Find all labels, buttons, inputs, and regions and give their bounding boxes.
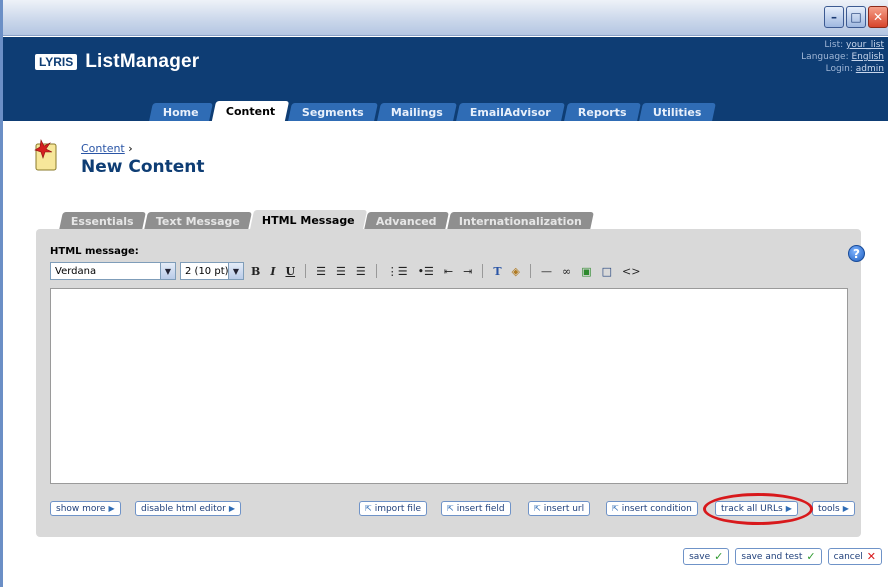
tab-content[interactable]: Content: [211, 101, 290, 121]
breadcrumb: Content ›: [81, 142, 133, 155]
form-actions: save ✓ save and test ✓ cancel ✕: [683, 548, 882, 565]
login-link[interactable]: admin: [856, 64, 884, 74]
save-and-test-button[interactable]: save and test ✓: [735, 548, 822, 565]
product-name: ListManager: [85, 51, 200, 72]
tab-emailadvisor[interactable]: EmailAdvisor: [455, 103, 565, 121]
checkmark-icon: ✓: [714, 550, 724, 563]
language-label: Language:: [801, 52, 849, 62]
browser-window: – □ ✕ LYRIS ListManager List: your_list …: [0, 0, 888, 587]
login-label: Login:: [825, 64, 853, 74]
cancel-x-icon: ✕: [866, 550, 876, 563]
insert-icon: ⇱: [612, 504, 619, 513]
import-file-button[interactable]: ⇱ import file: [359, 501, 427, 516]
disable-html-editor-button[interactable]: disable html editor ▶: [135, 501, 242, 516]
insert-field-button[interactable]: ⇱ insert field: [441, 501, 511, 516]
outdent-icon[interactable]: ⇤: [441, 265, 456, 278]
tab-reports[interactable]: Reports: [563, 103, 641, 121]
font-size-value: 2 (10 pt): [185, 265, 229, 277]
table-icon[interactable]: □: [599, 265, 615, 278]
breadcrumb-content-link[interactable]: Content: [81, 142, 125, 155]
breadcrumb-separator: ›: [128, 142, 133, 155]
toolbar-divider: [305, 264, 307, 278]
session-info: List: your_list Language: English Login:…: [801, 39, 884, 75]
highlight-color-icon[interactable]: ◈: [509, 265, 523, 278]
show-more-button[interactable]: show more ▶: [50, 501, 121, 516]
minimize-icon[interactable]: –: [824, 6, 844, 28]
tools-button[interactable]: tools ▶: [812, 501, 855, 516]
link-icon[interactable]: ∞: [559, 265, 574, 278]
app-header: LYRIS ListManager List: your_list Langua…: [3, 37, 888, 121]
tab-home[interactable]: Home: [149, 103, 213, 121]
language-link[interactable]: English: [852, 52, 885, 62]
tab-advanced[interactable]: Advanced: [364, 212, 449, 230]
unordered-list-icon[interactable]: •☰: [415, 265, 437, 278]
chevron-down-icon[interactable]: ▼: [228, 263, 243, 279]
main-nav: Home Content Segments Mailings EmailAdvi…: [149, 101, 716, 121]
toolbar-divider: [482, 264, 484, 278]
tab-essentials[interactable]: Essentials: [59, 212, 146, 230]
html-message-panel: HTML message: ? Verdana ▼ 2 (10 pt) ▼ B …: [36, 229, 865, 537]
arrow-right-icon: ▶: [228, 504, 236, 513]
html-editor-area[interactable]: [50, 288, 848, 484]
tab-mailings[interactable]: Mailings: [376, 103, 457, 121]
page-title: New Content: [81, 157, 205, 177]
list-label: List:: [824, 40, 844, 50]
bold-icon[interactable]: B: [248, 265, 263, 278]
checkmark-icon: ✓: [806, 550, 816, 563]
horizontal-rule-icon[interactable]: —: [538, 265, 555, 278]
insert-condition-button[interactable]: ⇱ insert condition: [606, 501, 698, 516]
tab-segments[interactable]: Segments: [288, 103, 378, 121]
font-family-value: Verdana: [55, 265, 97, 277]
highlight-circle-annotation: [703, 493, 813, 525]
help-icon[interactable]: ?: [848, 245, 865, 262]
insert-icon: ⇱: [447, 504, 454, 513]
tab-html-message[interactable]: HTML Message: [249, 210, 367, 230]
content-tabs: Essentials Text Message HTML Message Adv…: [59, 210, 594, 230]
underline-icon[interactable]: U: [282, 265, 298, 278]
logo-badge: LYRIS: [35, 54, 78, 70]
editor-toolbar: Verdana ▼ 2 (10 pt) ▼ B I U ☰ ☰ ☰ ⋮☰ •☰ …: [50, 261, 643, 281]
indent-icon[interactable]: ⇥: [460, 265, 475, 278]
chevron-down-icon[interactable]: ▼: [160, 263, 175, 279]
lyris-logo: LYRIS ListManager: [35, 51, 199, 73]
font-size-select[interactable]: 2 (10 pt) ▼: [180, 262, 244, 280]
save-button[interactable]: save ✓: [683, 548, 730, 565]
align-center-icon[interactable]: ☰: [333, 265, 349, 278]
arrow-right-icon: ▶: [842, 504, 849, 513]
align-right-icon[interactable]: ☰: [353, 265, 369, 278]
text-color-icon[interactable]: T: [490, 265, 504, 278]
font-family-select[interactable]: Verdana ▼: [50, 262, 176, 280]
tab-text-message[interactable]: Text Message: [143, 212, 252, 230]
insert-icon: ⇱: [365, 504, 372, 513]
title-bar: – □ ✕: [3, 0, 888, 36]
source-code-icon[interactable]: <>: [619, 265, 643, 278]
close-icon[interactable]: ✕: [868, 6, 888, 28]
image-icon[interactable]: ▣: [578, 265, 594, 278]
insert-url-button[interactable]: ⇱ insert url: [528, 501, 591, 516]
toolbar-divider: [375, 264, 377, 278]
cancel-button[interactable]: cancel ✕: [827, 548, 882, 565]
list-link[interactable]: your_list: [846, 40, 884, 50]
arrow-right-icon: ▶: [108, 504, 115, 513]
tab-internationalization[interactable]: Internationalization: [447, 212, 594, 230]
align-left-icon[interactable]: ☰: [313, 265, 329, 278]
maximize-icon[interactable]: □: [846, 6, 866, 28]
toolbar-divider: [530, 264, 532, 278]
html-message-label: HTML message:: [50, 246, 139, 257]
new-content-icon: [34, 139, 57, 171]
tab-utilities[interactable]: Utilities: [639, 103, 716, 121]
window-controls: – □ ✕: [824, 6, 888, 28]
ordered-list-icon[interactable]: ⋮☰: [384, 265, 411, 278]
italic-icon[interactable]: I: [267, 265, 278, 278]
insert-icon: ⇱: [534, 504, 541, 513]
